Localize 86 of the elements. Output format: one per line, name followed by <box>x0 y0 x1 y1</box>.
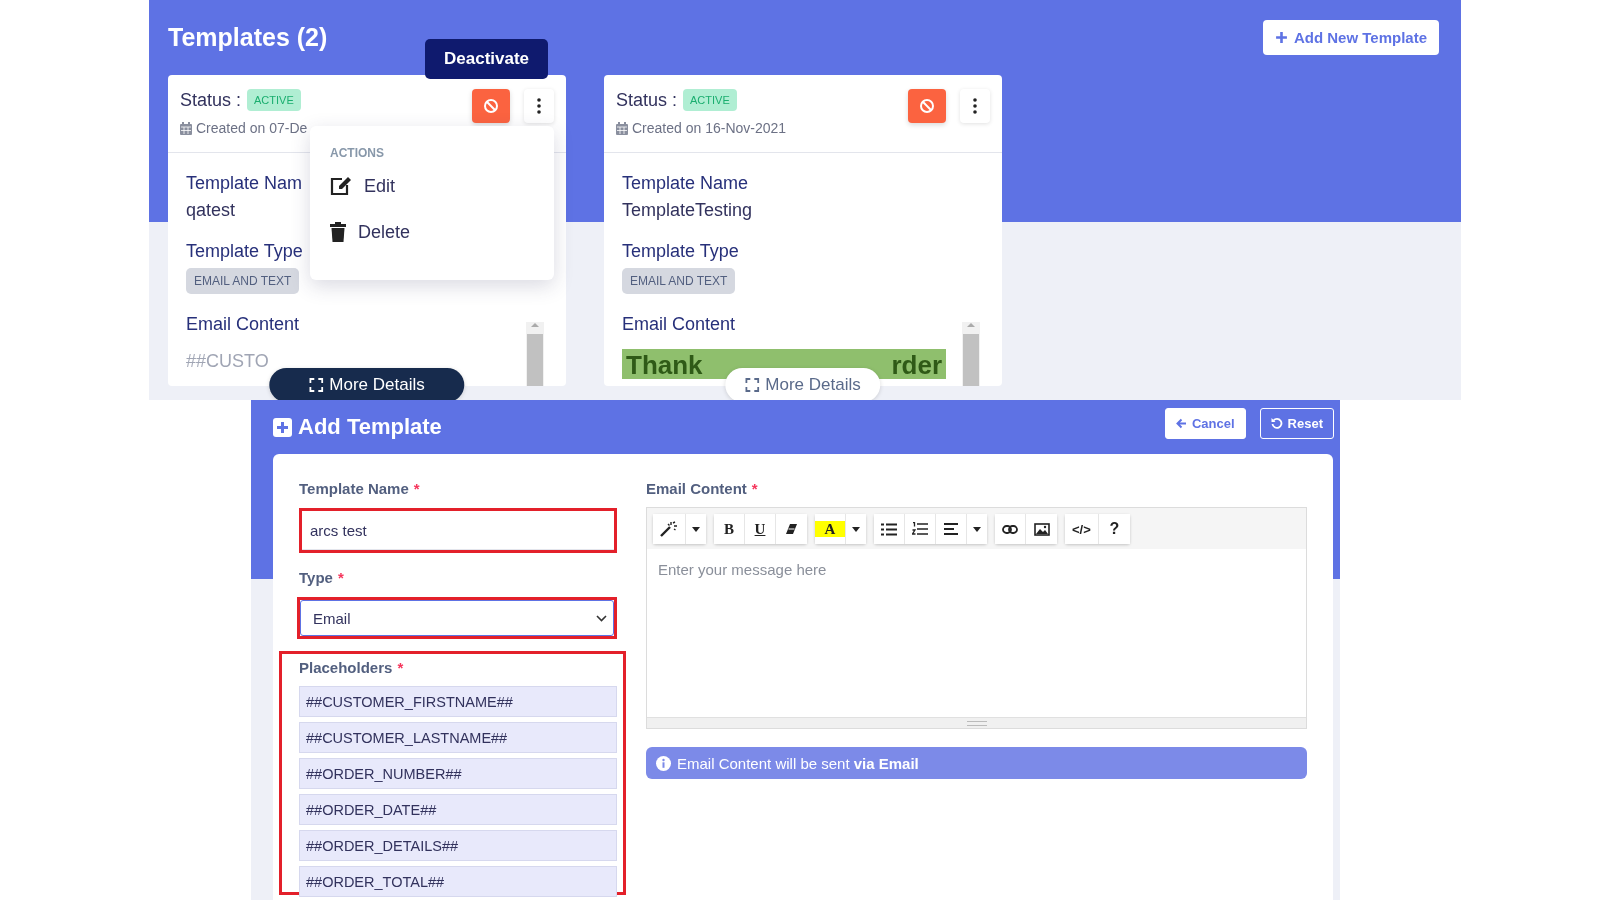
required-mark: * <box>337 569 344 588</box>
more-details-button[interactable]: More Details <box>725 368 881 400</box>
form-title: Add Template <box>298 414 442 440</box>
placeholder-chip[interactable]: ##CUSTOMER_FIRSTNAME## <box>299 686 617 717</box>
more-options-button[interactable] <box>960 89 990 123</box>
vertical-dots-icon <box>973 98 977 114</box>
highlight-button[interactable]: A <box>815 514 846 544</box>
deactivate-button[interactable] <box>472 89 510 123</box>
field-label: Placeholders <box>299 659 393 678</box>
status-badge: ACTIVE <box>247 89 301 111</box>
plus-icon <box>1274 30 1288 44</box>
expand-icon <box>309 378 324 392</box>
field-label: Email Content <box>622 314 736 335</box>
link-icon[interactable] <box>995 514 1026 544</box>
arrow-up-icon <box>531 322 539 328</box>
template-name: TemplateTesting <box>622 200 754 221</box>
type-badge: EMAIL AND TEXT <box>622 268 736 294</box>
image-icon[interactable] <box>1026 514 1057 544</box>
bold-button[interactable]: B <box>714 514 745 544</box>
scrollbar[interactable] <box>526 322 544 386</box>
help-button[interactable]: ? <box>1098 514 1130 544</box>
vertical-dots-icon <box>537 98 541 114</box>
arrow-left-icon <box>1175 417 1187 429</box>
field-label: Template Name <box>299 480 409 499</box>
arrow-up-icon <box>967 322 975 328</box>
ban-icon <box>483 98 499 114</box>
placeholder-chip[interactable]: ##ORDER_DATE## <box>299 794 617 825</box>
status-label: Status : <box>180 89 242 111</box>
expand-icon <box>745 378 760 392</box>
plus-square-icon <box>273 417 292 437</box>
deactivate-button[interactable] <box>908 89 946 123</box>
trash-icon <box>330 222 346 242</box>
required-mark: * <box>751 480 758 499</box>
info-text: Email Content will be sent via Email <box>677 754 919 772</box>
tooltip: Deactivate <box>425 39 549 79</box>
type-badge: EMAIL AND TEXT <box>186 268 300 294</box>
edit-icon <box>330 176 352 196</box>
field-label: Template Type <box>186 241 303 262</box>
placeholder-chip[interactable]: ##ORDER_TOTAL## <box>299 866 617 897</box>
banner-text: Thank <box>626 351 703 379</box>
align-left-icon[interactable] <box>936 514 967 544</box>
placeholder-chip[interactable]: ##ORDER_DETAILS## <box>299 830 617 861</box>
required-mark: * <box>397 659 404 678</box>
bullet-list-icon[interactable] <box>874 514 905 544</box>
delete-menu-item[interactable]: Delete <box>330 220 534 244</box>
placeholder-chip[interactable]: ##ORDER_NUMBER## <box>299 758 617 789</box>
magic-wand-icon[interactable] <box>653 514 686 544</box>
calendar-icon <box>616 121 628 135</box>
undo-icon <box>1270 417 1283 429</box>
menu-heading: ACTIONS <box>330 146 385 160</box>
caret-icon[interactable] <box>967 514 987 544</box>
content-preview: ##CUSTO <box>186 351 270 372</box>
code-button[interactable]: </> <box>1065 514 1099 544</box>
chevron-down-icon <box>596 614 607 622</box>
cancel-button[interactable]: Cancel <box>1164 407 1246 439</box>
underline-button[interactable]: U <box>745 514 776 544</box>
info-icon <box>656 755 671 771</box>
calendar-icon <box>180 121 192 135</box>
field-label: Template Nam <box>186 173 303 194</box>
status-badge: ACTIVE <box>683 89 737 111</box>
required-mark: * <box>413 480 420 499</box>
field-label: Email Content <box>646 480 747 499</box>
created-date: Created on 07-De <box>196 120 308 136</box>
status-label: Status : <box>616 89 678 111</box>
field-label: Type <box>299 569 333 588</box>
scrollbar[interactable] <box>962 322 980 386</box>
page-title: Templates (2) <box>168 22 328 52</box>
banner-text: rder <box>891 351 942 379</box>
more-details-button[interactable]: More Details <box>269 368 465 400</box>
field-label: Template Type <box>622 241 739 262</box>
field-label: Email Content <box>186 314 300 335</box>
numbered-list-icon[interactable] <box>905 514 936 544</box>
edit-menu-item[interactable]: Edit <box>330 174 534 198</box>
reset-button[interactable]: Reset <box>1259 407 1334 439</box>
template-name: qatest <box>186 200 237 221</box>
caret-icon[interactable] <box>686 514 706 544</box>
ban-icon <box>919 98 935 114</box>
add-template-button[interactable]: Add New Template <box>1262 19 1439 55</box>
more-options-button[interactable] <box>524 89 554 123</box>
created-date: Created on 16-Nov-2021 <box>632 120 787 136</box>
placeholder-chip[interactable]: ##CUSTOMER_LASTNAME## <box>299 722 617 753</box>
field-label: Template Name <box>622 173 749 194</box>
resize-handle[interactable] <box>647 717 1306 728</box>
eraser-icon[interactable] <box>776 514 807 544</box>
caret-icon[interactable] <box>846 514 866 544</box>
type-select[interactable]: Email <box>300 600 614 636</box>
